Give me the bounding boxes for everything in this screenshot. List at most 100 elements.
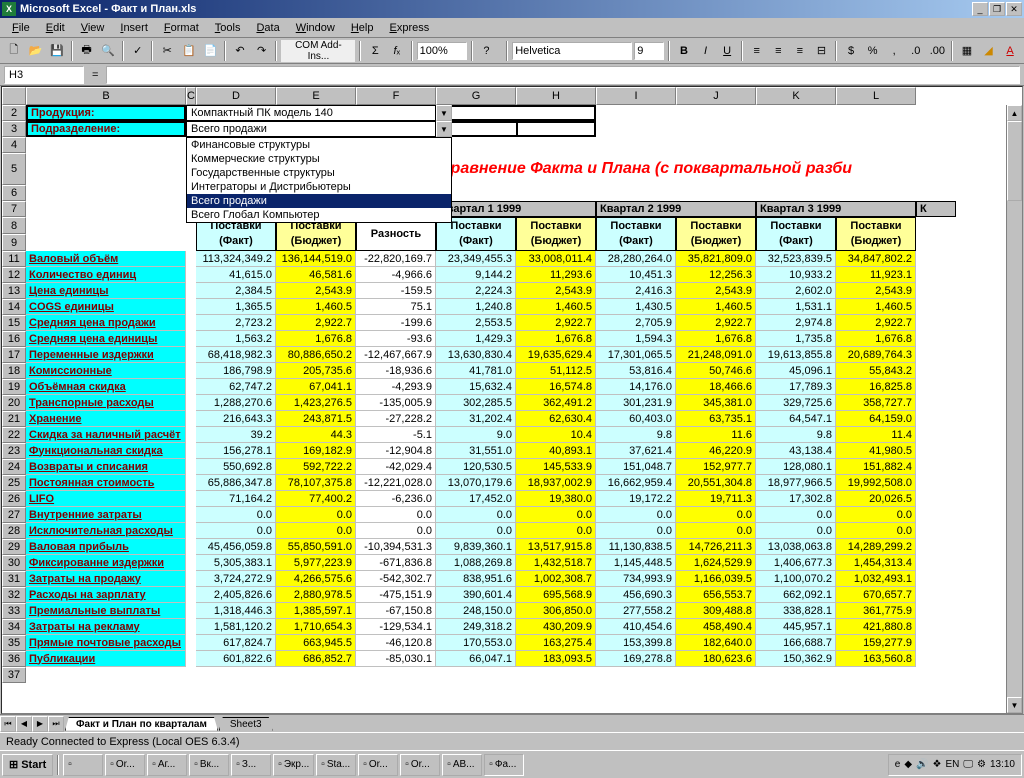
data-cell[interactable]: 10,933.2 xyxy=(756,267,836,283)
data-cell[interactable]: 734,993.9 xyxy=(596,571,676,587)
row-label[interactable]: Валовый объём xyxy=(26,251,186,267)
data-cell[interactable]: 361,775.9 xyxy=(836,603,916,619)
row-header[interactable]: 31 xyxy=(2,571,26,587)
spell-icon[interactable]: ✓ xyxy=(128,40,148,62)
data-cell[interactable]: 19,635,629.4 xyxy=(516,347,596,363)
row-label[interactable]: Прямые почтовые расходы xyxy=(26,635,186,651)
data-cell[interactable]: 18,977,966.5 xyxy=(756,475,836,491)
data-cell[interactable]: 358,727.7 xyxy=(836,395,916,411)
data-cell[interactable]: 113,324,349.2 xyxy=(196,251,276,267)
data-cell[interactable]: 1,676.8 xyxy=(676,331,756,347)
data-cell[interactable]: -27,228.2 xyxy=(356,411,436,427)
currency-icon[interactable]: $ xyxy=(841,40,861,62)
data-cell[interactable]: 1,002,308.7 xyxy=(516,571,596,587)
data-cell[interactable]: 430,209.9 xyxy=(516,619,596,635)
data-cell[interactable]: 41,781.0 xyxy=(436,363,516,379)
data-cell[interactable]: 17,789.3 xyxy=(756,379,836,395)
data-cell[interactable]: 136,144,519.0 xyxy=(276,251,356,267)
percent-icon[interactable]: % xyxy=(863,40,883,62)
fontcolor-icon[interactable]: A xyxy=(1000,40,1020,62)
taskbar-button[interactable]: ▫Or... xyxy=(400,754,440,776)
name-box[interactable]: H3 xyxy=(4,66,84,84)
data-cell[interactable]: 390,601.4 xyxy=(436,587,516,603)
data-cell[interactable]: 329,725.6 xyxy=(756,395,836,411)
data-cell[interactable]: 180,623.6 xyxy=(676,651,756,667)
data-cell[interactable]: 2,974.8 xyxy=(756,315,836,331)
data-cell[interactable]: 170,553.0 xyxy=(436,635,516,651)
division-dropdown[interactable]: Всего продажи xyxy=(186,121,436,137)
data-cell[interactable]: 670,657.7 xyxy=(836,587,916,603)
data-cell[interactable]: 4,266,575.6 xyxy=(276,571,356,587)
data-cell[interactable]: 1,385,597.1 xyxy=(276,603,356,619)
data-cell[interactable]: 248,150.0 xyxy=(436,603,516,619)
data-cell[interactable]: 11.4 xyxy=(836,427,916,443)
data-cell[interactable]: 13,038,063.8 xyxy=(756,539,836,555)
data-cell[interactable]: 2,922.7 xyxy=(516,315,596,331)
data-cell[interactable]: 11,923.1 xyxy=(836,267,916,283)
data-cell[interactable]: -12,467,667.9 xyxy=(356,347,436,363)
data-cell[interactable]: 45,456,059.8 xyxy=(196,539,276,555)
data-cell[interactable]: 362,491.2 xyxy=(516,395,596,411)
sheet-tab[interactable]: Sheet3 xyxy=(219,717,273,731)
data-cell[interactable]: 153,399.8 xyxy=(596,635,676,651)
data-cell[interactable]: 0.0 xyxy=(356,523,436,539)
preview-icon[interactable]: 🔍 xyxy=(98,40,118,62)
align-right-icon[interactable]: ≡ xyxy=(790,40,810,62)
row-header[interactable]: 4 xyxy=(2,137,26,153)
data-cell[interactable]: 306,850.0 xyxy=(516,603,596,619)
taskbar-button[interactable]: ▫Аг... xyxy=(147,754,187,776)
data-cell[interactable]: 31,551.0 xyxy=(436,443,516,459)
row-label[interactable]: Средняя цена единицы xyxy=(26,331,186,347)
cell[interactable] xyxy=(436,105,596,121)
data-cell[interactable]: 2,224.3 xyxy=(436,283,516,299)
data-cell[interactable]: -475,151.9 xyxy=(356,587,436,603)
data-cell[interactable]: 0.0 xyxy=(516,507,596,523)
data-cell[interactable]: 663,945.5 xyxy=(276,635,356,651)
data-cell[interactable]: 421,880.8 xyxy=(836,619,916,635)
align-left-icon[interactable]: ≡ xyxy=(747,40,767,62)
taskbar-button[interactable]: ▫З... xyxy=(231,754,271,776)
data-cell[interactable]: 14,176.0 xyxy=(596,379,676,395)
row-label[interactable]: Постоянная стоимость xyxy=(26,475,186,491)
data-cell[interactable]: 601,822.6 xyxy=(196,651,276,667)
redo-icon[interactable]: ↷ xyxy=(252,40,272,62)
data-cell[interactable]: 0.0 xyxy=(596,523,676,539)
data-cell[interactable]: 18,466.6 xyxy=(676,379,756,395)
data-cell[interactable]: 1,676.8 xyxy=(836,331,916,347)
start-button[interactable]: ⊞Start xyxy=(2,754,53,776)
data-cell[interactable]: 550,692.8 xyxy=(196,459,276,475)
row-label[interactable]: Количество единиц xyxy=(26,267,186,283)
data-cell[interactable]: 0.0 xyxy=(836,523,916,539)
data-cell[interactable]: 16,662,959.4 xyxy=(596,475,676,491)
data-cell[interactable]: 169,182.9 xyxy=(276,443,356,459)
data-cell[interactable]: 0.0 xyxy=(276,507,356,523)
menu-view[interactable]: View xyxy=(73,20,113,36)
row-label[interactable]: Затраты на продажу xyxy=(26,571,186,587)
data-cell[interactable]: 62,747.2 xyxy=(196,379,276,395)
row-label[interactable]: Объёмная скидка xyxy=(26,379,186,395)
data-cell[interactable]: 277,558.2 xyxy=(596,603,676,619)
data-cell[interactable]: 19,992,508.0 xyxy=(836,475,916,491)
decimal-dec-icon[interactable]: .00 xyxy=(928,40,948,62)
system-tray[interactable]: e ◆ 🔊 ❖ EN 🖵 ⚙ 13:10 xyxy=(888,754,1022,776)
data-cell[interactable]: 182,640.0 xyxy=(676,635,756,651)
data-cell[interactable]: 2,922.7 xyxy=(836,315,916,331)
data-cell[interactable]: 0.0 xyxy=(756,523,836,539)
data-cell[interactable]: 55,843.2 xyxy=(836,363,916,379)
row-label[interactable]: Затраты на рекламу xyxy=(26,619,186,635)
data-cell[interactable]: 46,581.6 xyxy=(276,267,356,283)
copy-icon[interactable]: 📋 xyxy=(179,40,199,62)
data-cell[interactable]: 1,531.1 xyxy=(756,299,836,315)
dropdown-arrow-icon[interactable]: ▼ xyxy=(436,121,452,137)
data-cell[interactable]: -199.6 xyxy=(356,315,436,331)
data-cell[interactable]: 9,144.2 xyxy=(436,267,516,283)
data-cell[interactable]: -135,005.9 xyxy=(356,395,436,411)
data-cell[interactable]: -85,030.1 xyxy=(356,651,436,667)
data-cell[interactable]: -93.6 xyxy=(356,331,436,347)
col-header[interactable]: I xyxy=(596,87,676,105)
data-cell[interactable]: 1,563.2 xyxy=(196,331,276,347)
data-cell[interactable]: 1,240.8 xyxy=(436,299,516,315)
com-addins-button[interactable]: COM Add-Ins... xyxy=(281,40,355,62)
data-cell[interactable]: 14,289,299.2 xyxy=(836,539,916,555)
data-cell[interactable]: 19,172.2 xyxy=(596,491,676,507)
